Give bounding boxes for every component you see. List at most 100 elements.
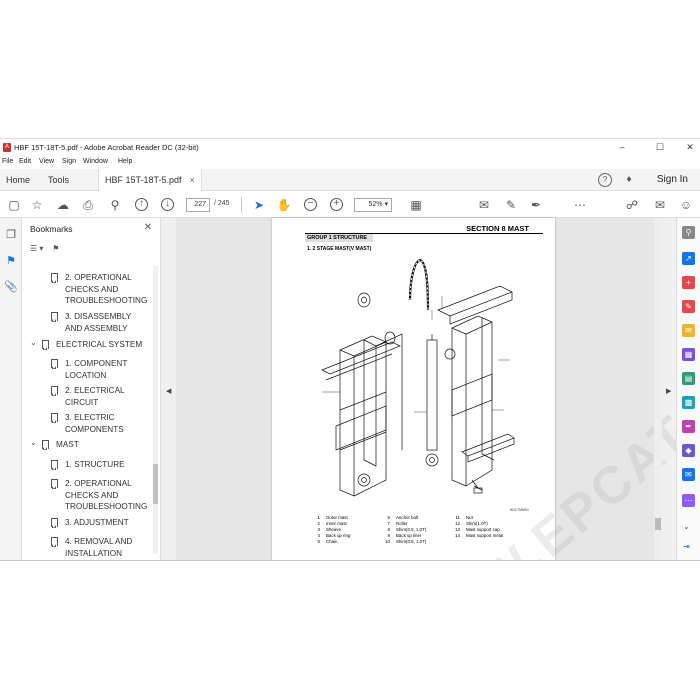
more-tools-rail-icon[interactable]: ⋯ [682,494,695,507]
bookmark-flag-icon [51,312,58,322]
chevron-down-icon[interactable]: ⌄ [30,438,37,447]
legend-item: 4 Back up ring [317,533,351,538]
bookmark-item[interactable]: ELECTRICAL SYSTEM [42,339,152,351]
search-zoom-icon[interactable]: ⚲ [682,226,695,239]
attachments-paperclip-icon[interactable]: 📎 [4,280,18,294]
bookmark-item[interactable]: 4. REMOVAL AND INSTALLATION [51,536,149,559]
collapse-panel-left-icon[interactable]: ◀ [166,387,171,395]
export-pdf-icon[interactable]: ↗ [682,252,695,265]
menu-edit[interactable]: Edit [19,158,31,165]
bookmark-item[interactable]: 2. OPERATIONAL CHECKS AND TROUBLESHOOTIN… [51,478,149,513]
tab-tools[interactable]: Tools [42,169,75,191]
right-tools-rail: ⚲ ↗ + ✎ ✉ ▦ ▤ ▩ ✒ ◆ ✉ ⋯ ⌄ ⇥ [676,218,700,560]
compress-pdf-icon[interactable]: ▩ [682,396,695,409]
bookmarks-panel: Bookmarks ✕ ☰ ▾ ⚑ 2. OPERATIONAL CHECKS … [22,218,161,560]
chevron-down-icon[interactable]: ⌄ [683,522,690,531]
menu-window[interactable]: Window [83,158,108,165]
bookmarks-header: Bookmarks [30,224,73,234]
next-page-icon[interactable]: ↓ [161,198,174,211]
sign-in-button[interactable]: Sign In [657,169,688,191]
bookmark-item[interactable]: 3. ADJUSTMENT [51,517,149,529]
bookmark-star-icon[interactable]: ☆ [29,197,45,213]
close-tab-icon[interactable]: × [190,175,195,185]
print-icon[interactable]: ⎙ [80,197,96,213]
close-bookmarks-icon[interactable]: ✕ [144,222,152,233]
zoom-value: 52% [368,201,383,208]
page-thumbnails-icon[interactable]: ❐ [4,228,18,242]
edit-pdf-icon[interactable]: ✎ [682,300,695,313]
send-for-review-icon[interactable]: ✉ [682,468,695,481]
share-link-icon[interactable]: ☍ [624,197,640,213]
document-scrollbar[interactable] [654,218,662,560]
tab-document[interactable]: HBF 15T-18T-5.pdf × [98,169,202,191]
legend-item: 14 Mast support metal [455,533,504,538]
bookmark-item[interactable]: 2. OPERATIONAL CHECKS AND TROUBLESHOOTIN… [51,272,149,307]
bookmark-flag-icon [51,413,58,423]
bookmark-item[interactable]: 3. DISASSEMBLY AND ASSEMBLY [51,311,149,334]
maximize-button[interactable]: ☐ [651,141,669,154]
legend-item: 1 Outer mast [317,515,348,520]
legend-item: 2 Inner mast [317,521,347,526]
notification-bell-icon[interactable]: ♦ [622,173,636,187]
menu-help[interactable]: Help [118,158,132,165]
account-icon[interactable]: ☺ [678,197,694,213]
more-tools-icon[interactable]: ⋯ [572,197,588,213]
document-scroll-thumb[interactable] [655,518,661,530]
protect-icon[interactable]: ◆ [682,444,695,457]
highlight-pen-icon[interactable]: ✎ [503,197,519,213]
upload-cloud-icon[interactable]: ☁ [55,197,71,213]
page-number-input[interactable]: 227 [186,198,210,212]
page-display-icon[interactable]: ▦ [408,197,424,213]
bookmark-flag-icon [51,537,58,547]
fill-sign-icon[interactable]: ✒ [682,420,695,433]
comment-tool-icon[interactable]: ✉ [682,324,695,337]
previous-page-icon[interactable]: ↑ [135,198,148,211]
select-cursor-icon[interactable]: ➤ [251,197,267,213]
legend-item: 11 Nut [455,515,473,520]
minimize-button[interactable]: – [613,141,631,154]
expand-panel-right-icon[interactable]: ▶ [666,387,671,395]
sign-pen-icon[interactable]: ✒ [528,197,544,213]
page-section-heading: SECTION 8 MAST [466,224,529,233]
bookmark-item[interactable]: 1. STRUCTURE [51,459,149,471]
zoom-level-select[interactable]: 52% ▾ [354,198,392,212]
menu-sign[interactable]: Sign [62,158,76,165]
bookmark-options-icon[interactable]: ☰ ▾ ⚑ [30,244,59,253]
combine-files-icon[interactable]: ▦ [682,348,695,361]
menu-file[interactable]: File [2,158,13,165]
email-icon[interactable]: ✉ [652,197,668,213]
bookmark-item[interactable]: 1. COMPONENT LOCATION [51,358,149,381]
bookmark-item[interactable]: MAST [42,439,152,451]
expand-right-panel-icon[interactable]: ⇥ [683,542,690,551]
bookmark-item[interactable]: 2. ELECTRICAL CIRCUIT [51,385,149,408]
page-group-heading: GROUP 1 STRUCTURE [305,233,543,242]
bookmark-item[interactable]: 3. ELECTRIC COMPONENTS [51,412,149,435]
bookmarks-panel-icon[interactable]: ⚑ [4,254,18,268]
menu-view[interactable]: View [39,158,54,165]
hand-tool-icon[interactable]: ✋ [276,197,292,213]
legend-item: 10 Shim(0.5, 1.0T) [385,539,427,544]
tab-home[interactable]: Home [0,169,36,191]
title-bar: A HBF 15T-18T-5.pdf - Adobe Acrobat Read… [0,139,700,156]
zoom-in-icon[interactable]: + [330,198,343,211]
chevron-down-icon[interactable]: ⌄ [30,338,37,347]
create-pdf-icon[interactable]: ▢ [6,197,22,213]
create-pdf-tool-icon[interactable]: + [682,276,695,289]
legend-item: 13 Mast support cap [455,527,500,532]
bookmark-flag-icon [51,386,58,396]
document-viewport[interactable]: SECTION 8 MAST GROUP 1 STRUCTURE 1. 2 ST… [176,207,700,560]
close-window-button[interactable]: ✕ [681,141,699,154]
bookmarks-scroll-thumb[interactable] [153,464,158,504]
bookmark-flag-icon [42,340,49,350]
search-icon[interactable]: ⚲ [107,197,123,213]
pdf-page: SECTION 8 MAST GROUP 1 STRUCTURE 1. 2 ST… [272,218,555,560]
zoom-out-icon[interactable]: − [304,198,317,211]
help-icon[interactable]: ? [598,173,612,187]
toolbar-divider [241,197,242,213]
tab-document-label: HBF 15T-18T-5.pdf [105,175,182,185]
menu-bar: File Edit View Sign Window Help [0,156,700,169]
comment-icon[interactable]: ✉ [476,197,492,213]
organize-pages-icon[interactable]: ▤ [682,372,695,385]
bookmarks-scrollbar[interactable] [153,266,158,554]
acrobat-window: A HBF 15T-18T-5.pdf - Adobe Acrobat Read… [0,138,700,561]
